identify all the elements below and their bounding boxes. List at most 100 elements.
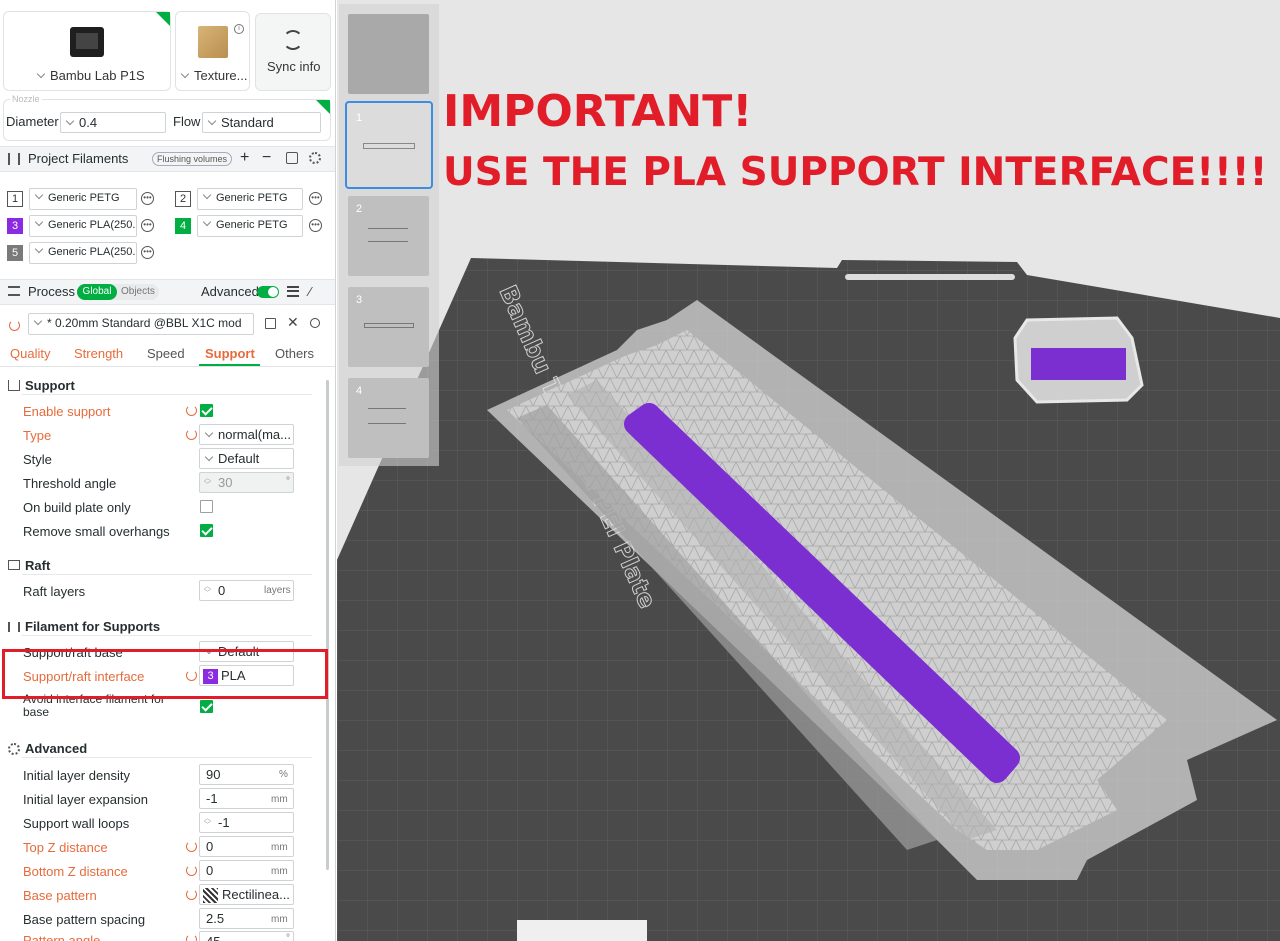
reset-icon[interactable]	[186, 934, 197, 941]
percent-unit: %	[279, 769, 288, 780]
scrollbar[interactable]	[326, 380, 329, 870]
filament-select[interactable]: Generic PETG	[29, 188, 137, 210]
support-type-select[interactable]: normal(ma...	[199, 424, 294, 445]
mm-unit: mm	[271, 914, 288, 925]
filament-select[interactable]: Generic PLA(250...	[29, 242, 137, 264]
diameter-select[interactable]: 0.4	[60, 112, 166, 133]
build-plate-only-label: On build plate only	[23, 500, 131, 515]
more-icon[interactable]: •••	[309, 192, 322, 205]
more-icon[interactable]: •••	[141, 192, 154, 205]
info-icon[interactable]: i	[234, 24, 244, 34]
base-pattern-spacing-label: Base pattern spacing	[23, 912, 146, 927]
reset-icon[interactable]	[186, 841, 197, 852]
plate-type-card[interactable]: i Texture...	[175, 11, 250, 91]
magic-wand-icon[interactable]: ⁄	[309, 284, 311, 299]
close-icon[interactable]: ✕	[287, 314, 299, 331]
global-tab[interactable]: Global	[77, 284, 117, 300]
chevron-down-icon	[34, 244, 44, 254]
reset-icon[interactable]	[9, 320, 20, 331]
support-icon	[8, 380, 20, 391]
more-icon[interactable]: •••	[141, 246, 154, 259]
raft-section-title: Raft	[25, 558, 51, 573]
filament-select[interactable]: Generic PETG	[197, 215, 303, 237]
flushing-volumes-button[interactable]: Flushing volumes	[152, 152, 233, 166]
plate-type-label: Texture...	[180, 68, 247, 83]
initial-layer-density-label: Initial layer density	[23, 768, 130, 783]
sync-icon	[283, 30, 303, 50]
mm-unit: mm	[271, 842, 288, 853]
chevron-down-icon	[204, 452, 214, 462]
sync-info-button[interactable]: Sync info	[255, 13, 331, 91]
top-z-distance-label: Top Z distance	[23, 840, 108, 855]
reset-icon[interactable]	[186, 429, 197, 440]
list-icon[interactable]	[287, 286, 299, 297]
process-preset-select[interactable]: * 0.20mm Standard @BBL X1C mod	[28, 313, 254, 335]
plate-thumbnail[interactable]	[348, 14, 429, 94]
reset-icon[interactable]	[186, 865, 197, 876]
3d-viewport[interactable]: Bambu Textured PEI Plate	[337, 0, 1280, 941]
filament-select[interactable]: Generic PLA(250...	[29, 215, 137, 237]
add-filament-button[interactable]: +	[240, 149, 249, 167]
support-section-title: Support	[25, 378, 75, 393]
base-pattern-label: Base pattern	[23, 888, 97, 903]
save-icon[interactable]	[265, 318, 276, 329]
printer-card[interactable]: Bambu Lab P1S	[3, 11, 171, 91]
nozzle-label: Nozzle	[10, 94, 42, 104]
gear-icon[interactable]	[309, 152, 321, 164]
chevron-down-icon	[34, 217, 44, 227]
remove-overhangs-checkbox[interactable]	[200, 524, 213, 537]
plate-number: 1	[356, 112, 363, 124]
threshold-angle-label: Threshold angle	[23, 476, 117, 491]
warning-line-2: USE THE PLA SUPPORT INTERFACE!!!!	[443, 150, 1268, 195]
more-icon[interactable]: •••	[141, 219, 154, 232]
tab-strength[interactable]: Strength	[74, 346, 123, 361]
tab-quality[interactable]: Quality	[10, 346, 50, 361]
flow-label: Flow	[173, 114, 201, 129]
filament-number: 2	[175, 191, 191, 207]
tab-speed[interactable]: Speed	[147, 346, 185, 361]
support-style-select[interactable]: Default	[199, 448, 294, 469]
search-icon[interactable]	[310, 318, 320, 328]
threshold-angle-input[interactable]: 30	[199, 472, 294, 493]
filament-select[interactable]: Generic PETG	[197, 188, 303, 210]
advanced-section-title: Advanced	[25, 741, 88, 756]
avoid-interface-checkbox[interactable]	[200, 700, 213, 713]
diameter-label: Diameter	[6, 114, 59, 129]
build-plate-only-checkbox[interactable]	[200, 500, 213, 513]
textured-plate-icon	[198, 26, 228, 58]
tab-support[interactable]: Support	[205, 346, 255, 361]
build-plate-scene: Bambu Textured PEI Plate	[337, 258, 1280, 941]
remove-filament-button[interactable]: −	[262, 149, 271, 167]
mm-unit: mm	[271, 794, 288, 805]
filament-number: 4	[175, 218, 191, 234]
plate-thumbnail-selected[interactable]: 1	[345, 101, 433, 189]
chevron-down-icon	[204, 428, 214, 438]
enable-support-checkbox[interactable]	[200, 404, 213, 417]
filament-number: 1	[7, 191, 23, 207]
raft-layers-label: Raft layers	[23, 584, 86, 599]
support-wall-loops-input[interactable]: -1	[199, 812, 294, 833]
process-title: Process	[28, 284, 75, 299]
reset-icon[interactable]	[186, 889, 197, 900]
spin-arrows-icon[interactable]: ︿ ﹀	[204, 815, 211, 829]
tab-others[interactable]: Others	[275, 346, 314, 361]
filament-number: 3	[7, 218, 23, 234]
objects-tab[interactable]: Objects	[121, 284, 155, 300]
base-pattern-select[interactable]: Rectilinea...	[199, 884, 294, 905]
filament-number: 5	[7, 245, 23, 261]
reset-icon[interactable]	[186, 405, 197, 416]
plate-thumbnail[interactable]: 2	[348, 196, 429, 276]
more-icon[interactable]: •••	[309, 219, 322, 232]
plate-thumbnail[interactable]: 4	[348, 378, 429, 458]
flow-select[interactable]: Standard	[202, 112, 321, 133]
spin-arrows-icon[interactable]: ︿ ﹀	[204, 475, 211, 489]
layers-unit: layers	[264, 585, 291, 596]
printer-name: Bambu Lab P1S	[36, 68, 145, 83]
advanced-toggle[interactable]	[257, 286, 279, 298]
auto-refill-icon[interactable]	[286, 152, 298, 164]
plate-thumbnail[interactable]: 3	[348, 287, 429, 367]
spin-arrows-icon[interactable]: ︿ ﹀	[204, 583, 211, 597]
chevron-down-icon	[202, 190, 212, 200]
pattern-angle-input[interactable]: 45	[199, 931, 294, 941]
global-objects-toggle[interactable]: Global Objects	[77, 284, 159, 300]
